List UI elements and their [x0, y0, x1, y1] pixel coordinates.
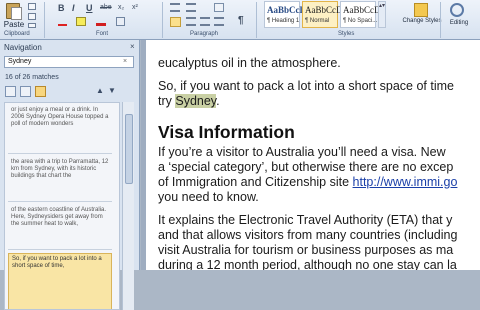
- style-name: ¶ Normal: [305, 18, 330, 24]
- change-styles-icon[interactable]: [414, 3, 428, 17]
- divider: [8, 249, 112, 250]
- hyperlink[interactable]: http://www.immi.go: [353, 175, 458, 189]
- body-text: So, if you want to pack a lot into a sho…: [158, 79, 454, 93]
- search-input[interactable]: Sydney: [4, 56, 134, 68]
- paragraph-group-label: Paragraph: [190, 31, 219, 37]
- scrollbar-thumb[interactable]: [125, 114, 133, 184]
- body-text: during a 12 month period, although no on…: [158, 258, 457, 270]
- list-item[interactable]: the area with a trip to Parramatta, 12 k…: [8, 157, 112, 182]
- body-text: a ‘special category’, but otherwise ther…: [158, 160, 454, 174]
- style-name: ¶ Heading 1: [267, 18, 300, 24]
- styles-more-icon[interactable]: ▴▾: [378, 1, 386, 28]
- numbering-icon[interactable]: [186, 3, 196, 12]
- body-text: try: [158, 94, 176, 108]
- copy-icon[interactable]: [28, 13, 36, 20]
- navigation-pane-title: Navigation: [4, 43, 42, 52]
- styles-group-label: Styles: [338, 31, 355, 37]
- bold-button[interactable]: B: [58, 3, 65, 13]
- justify-icon[interactable]: [214, 17, 224, 26]
- list-item[interactable]: or just enjoy a meal or a drink. In 2006…: [8, 105, 112, 130]
- style-no-spacing[interactable]: AaBbCcDc ¶ No Spaci...: [340, 1, 385, 28]
- change-styles-button[interactable]: Change Styles: [402, 18, 442, 25]
- search-results-list: or just enjoy a meal or a drink. In 2006…: [4, 102, 120, 310]
- body-text-line: try Sydney.: [158, 94, 220, 109]
- paste-icon[interactable]: [6, 3, 22, 20]
- divider: [162, 2, 163, 38]
- divider: [8, 201, 112, 202]
- align-left-icon[interactable]: [170, 17, 181, 27]
- font-group-label: Font: [96, 31, 109, 37]
- list-item-current[interactable]: So, if you want to pack a lot into a sho…: [8, 253, 112, 309]
- clipboard-group-label: Clipboard: [4, 31, 30, 37]
- body-text: you need to know.: [158, 190, 259, 204]
- format-painter-icon[interactable]: [28, 23, 36, 28]
- cut-icon[interactable]: [28, 3, 36, 10]
- strikethrough-button[interactable]: abe: [100, 4, 112, 11]
- show-formatting-icon[interactable]: ¶: [238, 15, 244, 26]
- document-page[interactable]: eucalyptus oil in the atmosphere. So, if…: [146, 40, 480, 270]
- italic-button[interactable]: I: [72, 3, 75, 13]
- next-result-icon[interactable]: ▼: [108, 86, 116, 95]
- editing-button[interactable]: Editing: [442, 18, 476, 28]
- search-highlight: Sydney: [175, 94, 217, 108]
- style-name: ¶ No Spaci...: [343, 18, 378, 24]
- align-right-icon[interactable]: [200, 17, 210, 26]
- body-text: .: [216, 94, 220, 108]
- underline-button[interactable]: U: [86, 3, 93, 13]
- divider: [440, 2, 441, 38]
- bullets-icon[interactable]: [170, 3, 180, 12]
- style-normal[interactable]: AaBbCcDc ¶ Normal: [302, 1, 347, 28]
- text-effects-icon[interactable]: [58, 17, 67, 26]
- previous-result-icon[interactable]: ▲: [96, 86, 104, 95]
- section-heading: Visa Information: [158, 122, 295, 142]
- font-color-icon[interactable]: [96, 17, 106, 26]
- list-item[interactable]: of the eastern coastline of Australia. H…: [8, 205, 112, 230]
- navigation-pane: Navigation × Sydney × 16 of 26 matches ▲…: [0, 40, 140, 310]
- match-count: 16 of 26 matches: [5, 74, 59, 81]
- browse-headings-icon[interactable]: [5, 86, 16, 97]
- body-text: visit Australia for tourism or business …: [158, 243, 454, 257]
- results-scrollbar[interactable]: [122, 102, 134, 310]
- browse-results-icon[interactable]: [35, 86, 46, 97]
- body-text: eucalyptus oil in the atmosphere.: [158, 56, 341, 70]
- clear-search-icon[interactable]: ×: [118, 56, 132, 68]
- highlight-color-icon[interactable]: [76, 17, 86, 26]
- body-text: and that allows visitors from many count…: [158, 228, 458, 242]
- body-text: If you’re a visitor to Australia you’ll …: [158, 145, 446, 159]
- subscript-button[interactable]: x₂: [118, 4, 124, 11]
- close-icon[interactable]: ×: [130, 42, 135, 51]
- sort-icon[interactable]: [214, 3, 224, 12]
- body-text: of Immigration and Citizenship site: [158, 175, 353, 189]
- divider: [44, 2, 45, 38]
- body-text: It explains the Electronic Travel Author…: [158, 213, 453, 227]
- paste-button[interactable]: Paste: [2, 20, 26, 30]
- superscript-button[interactable]: x²: [132, 4, 138, 11]
- font-size-icon[interactable]: [116, 17, 125, 26]
- body-text-line: of Immigration and Citizenship site http…: [158, 175, 457, 190]
- ribbon: Paste Clipboard B I U abe x₂ x² Font ¶ P…: [0, 0, 480, 40]
- align-center-icon[interactable]: [186, 17, 196, 26]
- browse-pages-icon[interactable]: [20, 86, 31, 97]
- divider: [8, 153, 112, 154]
- divider: [256, 2, 257, 38]
- find-icon[interactable]: [450, 3, 464, 17]
- style-heading1[interactable]: AaBbCcDc ¶ Heading 1: [264, 1, 310, 28]
